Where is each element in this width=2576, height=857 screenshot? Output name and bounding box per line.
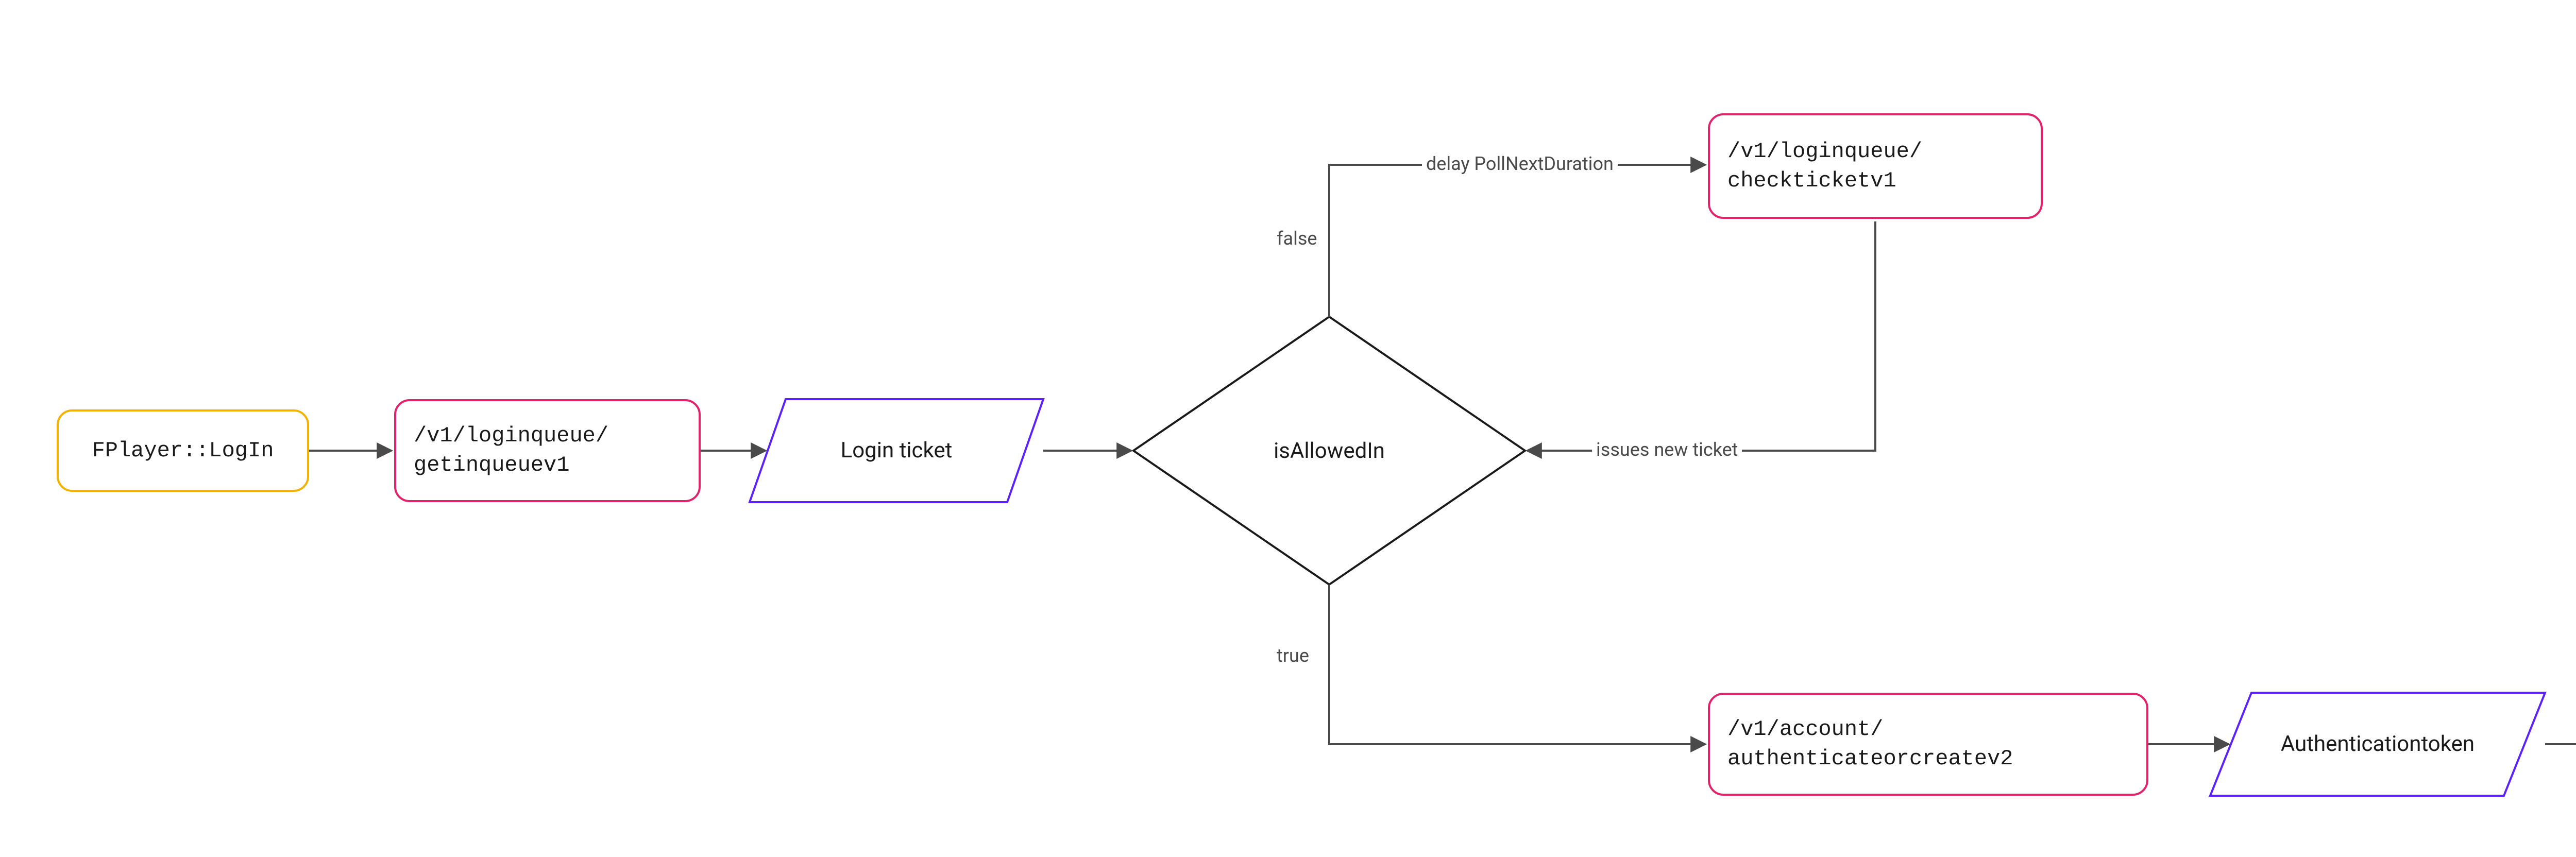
node-player-login-label: FPlayer::LogIn [92,436,274,466]
node-checkticket: /v1/loginqueue/ checkticketv1 [1708,113,2043,219]
node-isallowedin: isAllowedIn [1226,425,1432,476]
node-getinqueue: /v1/loginqueue/ getinqueuev1 [394,399,701,502]
flowchart-canvas: FPlayer::LogIn /v1/loginqueue/ getinqueu… [0,0,2576,857]
edge-label-delay: delay PollNextDuration [1422,152,1618,176]
node-player-login: FPlayer::LogIn [57,409,309,492]
node-auth-token-label: Authentication token [2210,693,2545,796]
edge-label-false: false [1273,227,1321,250]
node-checkticket-label: /v1/loginqueue/ checkticketv1 [1727,137,1922,195]
node-authenticate: /v1/account/ authenticateorcreatev2 [1708,693,2148,796]
node-login-ticket-label: Login ticket [750,399,1043,502]
node-login-ticket: Login ticket [750,399,1043,502]
node-isallowedin-label: isAllowedIn [1274,438,1385,464]
edge-label-issues: issues new ticket [1592,438,1742,461]
node-auth-token: Authentication token [2210,693,2545,796]
node-getinqueue-label: /v1/loginqueue/ getinqueuev1 [414,421,608,479]
node-authenticate-label: /v1/account/ authenticateorcreatev2 [1727,715,2013,773]
edge-label-true: true [1273,644,1313,667]
